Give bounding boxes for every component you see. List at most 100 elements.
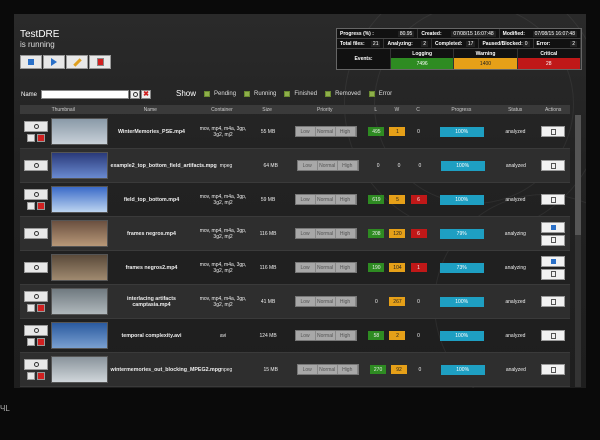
priority-option[interactable]: Normal bbox=[318, 161, 338, 170]
priority-option[interactable]: Normal bbox=[318, 365, 338, 374]
remove-icon[interactable] bbox=[37, 338, 46, 346]
stop-analysis-button[interactable] bbox=[541, 221, 566, 233]
priority-option[interactable]: High bbox=[336, 127, 356, 136]
c-count-cell: 0 bbox=[409, 161, 430, 170]
stop-analysis-button[interactable] bbox=[541, 255, 566, 267]
preview-button[interactable] bbox=[24, 359, 49, 370]
priority-option[interactable]: Low bbox=[296, 331, 316, 340]
delete-file-button[interactable] bbox=[541, 268, 566, 280]
name-search-input[interactable] bbox=[41, 90, 130, 99]
table-row[interactable]: wintermemories_out_blocking_MPEG2.mpg mpe… bbox=[20, 353, 570, 387]
priority-option[interactable]: High bbox=[336, 331, 356, 340]
search-button[interactable] bbox=[130, 90, 141, 99]
remove-icon[interactable] bbox=[37, 202, 46, 210]
preview-button[interactable] bbox=[24, 291, 49, 302]
table-row[interactable]: temporal complexity.avi avi 124 MB Low Norma… bbox=[20, 319, 570, 353]
priority-option[interactable]: High bbox=[336, 229, 356, 238]
magnifier-icon bbox=[33, 362, 39, 367]
play-button[interactable] bbox=[43, 55, 65, 69]
video-thumbnail[interactable] bbox=[50, 254, 108, 281]
filter-pending[interactable]: Pending bbox=[204, 90, 236, 97]
priority-option[interactable]: High bbox=[336, 263, 356, 272]
table-row[interactable]: field_top_bottom.mp4 mov, mp4, m4a, 3gp, … bbox=[20, 183, 570, 217]
delete-file-button[interactable] bbox=[541, 194, 566, 205]
priority-option[interactable]: Low bbox=[296, 263, 316, 272]
file-container: mpeg bbox=[219, 162, 233, 169]
priority-option[interactable]: Normal bbox=[316, 127, 336, 136]
edit-button[interactable] bbox=[66, 55, 88, 69]
delete-file-button[interactable] bbox=[541, 330, 566, 341]
delete-button[interactable] bbox=[89, 55, 111, 69]
preview-button[interactable] bbox=[24, 121, 49, 132]
actions-cell bbox=[536, 194, 570, 205]
video-thumbnail[interactable] bbox=[50, 356, 108, 383]
video-thumbnail[interactable] bbox=[50, 220, 108, 247]
col-status: Status bbox=[508, 106, 523, 113]
progress-cell: 73% bbox=[429, 262, 494, 273]
preview-button[interactable] bbox=[24, 228, 49, 239]
video-thumbnail[interactable] bbox=[50, 288, 108, 315]
priority-option[interactable]: Low bbox=[298, 161, 318, 170]
priority-option[interactable]: Normal bbox=[316, 331, 336, 340]
filter-running[interactable]: Running bbox=[244, 90, 276, 97]
preview-button[interactable] bbox=[24, 325, 49, 336]
priority-option[interactable]: Low bbox=[296, 127, 316, 136]
preview-button[interactable] bbox=[24, 189, 49, 200]
progress-cell: 100% bbox=[429, 126, 494, 137]
report-icon[interactable] bbox=[27, 134, 36, 142]
priority-option[interactable]: High bbox=[338, 365, 358, 374]
video-thumbnail[interactable] bbox=[50, 152, 108, 179]
priority-option[interactable]: Normal bbox=[316, 263, 336, 272]
file-container: avi bbox=[219, 332, 227, 339]
filter-removed[interactable]: Removed bbox=[325, 90, 361, 97]
priority-option[interactable]: Low bbox=[296, 297, 316, 306]
report-icon[interactable] bbox=[27, 338, 36, 346]
report-icon[interactable] bbox=[27, 372, 36, 380]
stop-icon bbox=[550, 224, 556, 230]
priority-option[interactable]: High bbox=[336, 297, 356, 306]
w-count: 104 bbox=[389, 263, 406, 272]
delete-file-button[interactable] bbox=[541, 160, 566, 171]
priority-option[interactable]: High bbox=[336, 195, 356, 204]
filter-finished[interactable]: Finished bbox=[284, 90, 317, 97]
clear-button[interactable]: ✖ bbox=[141, 90, 152, 99]
table-row[interactable]: example2_top_bottom_field_artifacts.mpg m… bbox=[20, 149, 570, 183]
video-thumbnail[interactable] bbox=[50, 186, 108, 213]
table-row[interactable]: WinterMemories_PSE.mp4 mov, mp4, m4a, 3gp… bbox=[20, 115, 570, 149]
delete-file-button[interactable] bbox=[541, 296, 566, 307]
priority-option[interactable]: High bbox=[338, 161, 358, 170]
remove-icon[interactable] bbox=[37, 372, 46, 380]
app-window: TestDRE is running Progress (%) : 80.95 C… bbox=[14, 14, 586, 388]
c-count-cell: 0 bbox=[408, 297, 429, 306]
delete-file-button[interactable] bbox=[541, 364, 566, 375]
report-icon[interactable] bbox=[27, 304, 36, 312]
priority-option[interactable]: Low bbox=[296, 195, 316, 204]
priority-option[interactable]: Low bbox=[298, 365, 318, 374]
priority-option[interactable]: Normal bbox=[316, 195, 336, 204]
table-row[interactable]: interlacing artifacts camptasia.mp4 mov, … bbox=[20, 285, 570, 319]
remove-icon[interactable] bbox=[37, 304, 46, 312]
scrollbar-thumb[interactable] bbox=[575, 115, 581, 235]
table-row[interactable]: frames negros2.mp4 mov, mp4, m4a, 3gp, 3g… bbox=[20, 251, 570, 285]
video-thumbnail[interactable] bbox=[50, 322, 108, 349]
stop-button[interactable] bbox=[20, 55, 42, 69]
thumbnail-cell bbox=[50, 118, 108, 145]
priority-option[interactable]: Normal bbox=[316, 297, 336, 306]
checkbox-icon bbox=[204, 90, 211, 97]
report-icon[interactable] bbox=[27, 202, 36, 210]
priority-selector: Low Normal High bbox=[294, 126, 357, 137]
priority-option[interactable]: Normal bbox=[316, 229, 336, 238]
row-mini-buttons bbox=[27, 202, 46, 210]
preview-button[interactable] bbox=[24, 160, 49, 171]
progress-bar: 100% bbox=[440, 364, 485, 375]
delete-file-button[interactable] bbox=[541, 126, 566, 137]
magnifier-icon bbox=[33, 124, 39, 129]
filter-error[interactable]: Error bbox=[368, 90, 392, 97]
remove-icon[interactable] bbox=[37, 134, 46, 142]
table-row[interactable]: frames negros.mp4 mov, mp4, m4a, 3gp, 3g2… bbox=[20, 217, 570, 251]
video-thumbnail[interactable] bbox=[50, 118, 108, 145]
delete-file-button[interactable] bbox=[541, 234, 566, 246]
priority-cell: Low Normal High bbox=[285, 194, 366, 205]
priority-option[interactable]: Low bbox=[296, 229, 316, 238]
preview-button[interactable] bbox=[24, 262, 49, 273]
